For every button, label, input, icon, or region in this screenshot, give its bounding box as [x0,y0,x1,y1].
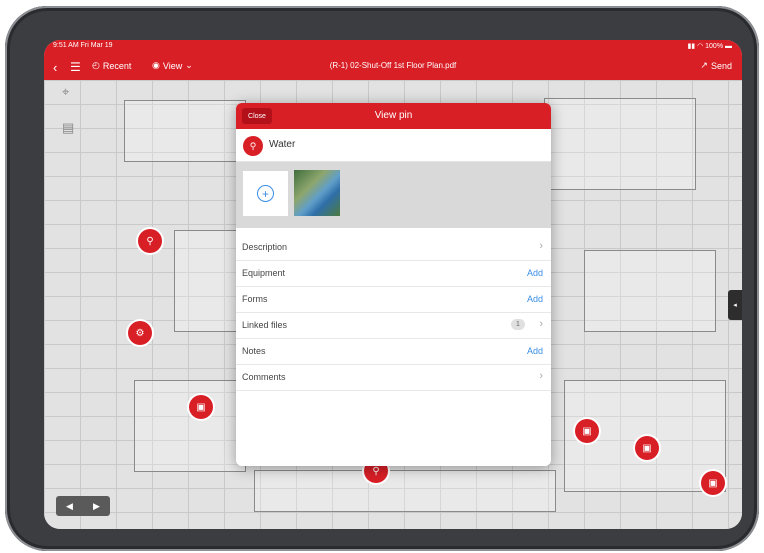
left-tool-panel: ⌖ ▤ [44,80,86,140]
row-label: Forms [242,294,268,304]
add-form-button[interactable]: Add [527,294,543,304]
row-equipment: Equipment Add [236,260,551,287]
modal-header: Close View pin [236,103,551,129]
extinguisher-pin[interactable]: ▣ [189,395,213,419]
send-button[interactable]: ↗ Send [700,60,732,71]
row-label: Description [242,242,288,252]
document-icon[interactable]: ▤ [62,120,74,136]
extinguisher-pin[interactable]: ▣ [635,436,659,460]
row-comments[interactable]: Comments › [236,364,551,391]
send-icon: ↗ [700,60,708,70]
file-title: (R-1) 02-Shut-Off 1st Floor Plan.pdf [329,61,457,70]
extinguisher-icon: ▣ [196,401,206,413]
chevron-right-icon: › [539,240,543,252]
extinguisher-icon: ▣ [642,442,652,454]
plan-room [124,100,246,162]
battery-indicator: ▮▮ ◠ 100% ▬ [687,42,732,50]
right-arrow-icon[interactable]: ▶ [93,501,100,512]
chevron-right-icon: › [539,370,543,382]
plan-room [584,250,716,332]
row-label: Comments [242,372,286,382]
plan-room [544,98,696,190]
add-equipment-button[interactable]: Add [527,268,543,278]
row-linked-files[interactable]: Linked files 1 › [236,312,551,339]
pin-type-label: Water [269,139,296,150]
add-photo-button[interactable]: + [243,171,288,216]
send-label: Send [710,60,732,71]
view-pin-modal: Close View pin ⚲ Water + Description › E… [236,103,551,466]
location-pin-icon[interactable]: ⌖ [62,84,69,100]
plan-room [254,470,556,512]
equipment-icon: ⚙ [135,327,145,339]
extinguisher-pin[interactable]: ▣ [701,471,725,495]
photo-thumbnail[interactable] [294,170,340,216]
equipment-pin[interactable]: ⚙ [128,321,152,345]
extinguisher-icon: ▣ [708,477,718,489]
battery-icon: ▬ [725,43,732,50]
page-navigation: ◀ ▶ [56,496,110,516]
water-tap-icon: ⚲ [372,465,380,477]
app-toolbar: ‹ ☰ ◴ Recent ◉ View ⌄ (R-1) 02-Shut-Off … [44,52,742,80]
extinguisher-icon: ▣ [582,425,592,437]
plus-icon: + [257,185,274,202]
signal-icon: ▮▮ ◠ [687,43,706,50]
status-bar: 9:51 AM Fri Mar 19 ▮▮ ◠ 100% ▬ [44,40,742,52]
plan-room [134,380,246,472]
water-pin[interactable]: ⚲ [138,229,162,253]
water-tap-icon: ⚲ [243,136,263,156]
modal-title: View pin [374,110,413,121]
water-tap-icon: ⚲ [146,235,154,247]
row-forms: Forms Add [236,286,551,313]
status-time: 9:51 AM Fri Mar 19 [53,42,113,49]
tablet-frame: 9:51 AM Fri Mar 19 ▮▮ ◠ 100% ▬ ‹ ☰ ◴ Rec… [5,6,759,551]
screen: 9:51 AM Fri Mar 19 ▮▮ ◠ 100% ▬ ‹ ☰ ◴ Rec… [44,40,742,529]
row-description[interactable]: Description › [236,234,551,261]
row-label: Linked files [242,320,288,330]
pin-type-row[interactable]: ⚲ Water [236,129,551,162]
linked-files-count: 1 [511,319,525,330]
add-note-button[interactable]: Add [527,346,543,356]
row-notes: Notes Add [236,338,551,365]
extinguisher-pin[interactable]: ▣ [575,419,599,443]
row-label: Notes [242,346,266,356]
chevron-right-icon: › [539,318,543,330]
row-label: Equipment [242,268,286,278]
chevron-left-icon: ◂ [733,302,737,309]
photo-gallery: + [236,162,551,228]
right-panel-toggle[interactable]: ◂ [728,290,742,320]
battery-percent: 100% [705,43,724,50]
left-arrow-icon[interactable]: ◀ [66,501,73,512]
